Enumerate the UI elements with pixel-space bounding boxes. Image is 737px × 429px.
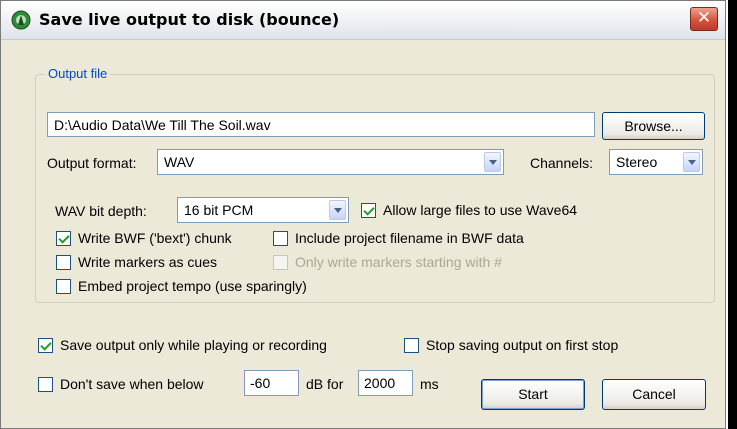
allow-large-files-label[interactable]: Allow large files to use Wave64 bbox=[383, 202, 577, 218]
window-title: Save live output to disk (bounce) bbox=[39, 10, 340, 29]
allow-large-files-checkbox[interactable] bbox=[361, 203, 376, 218]
start-button[interactable]: Start bbox=[481, 379, 585, 410]
output-format-label: Output format: bbox=[47, 155, 137, 171]
close-icon: ✕ bbox=[696, 8, 712, 28]
close-button[interactable]: ✕ bbox=[690, 7, 718, 31]
channels-value: Stereo bbox=[616, 154, 658, 170]
db-threshold-value: -60 bbox=[250, 375, 271, 391]
ms-duration-value: 2000 bbox=[364, 375, 396, 391]
embed-tempo-label[interactable]: Embed project tempo (use sparingly) bbox=[78, 278, 307, 294]
stop-first-stop-label[interactable]: Stop saving output on first stop bbox=[426, 337, 618, 353]
db-threshold-input[interactable]: -60 bbox=[244, 370, 299, 396]
reaper-icon bbox=[11, 10, 31, 30]
embed-tempo-checkbox[interactable] bbox=[56, 279, 71, 294]
chevron-down-icon[interactable] bbox=[484, 152, 501, 172]
save-live-output-dialog: Save live output to disk (bounce) ✕ Outp… bbox=[0, 0, 726, 429]
stop-first-stop-checkbox[interactable] bbox=[404, 338, 419, 353]
title-bar: Save live output to disk (bounce) ✕ bbox=[1, 1, 725, 40]
output-format-value: WAV bbox=[164, 154, 195, 170]
cancel-button[interactable]: Cancel bbox=[602, 379, 706, 410]
start-button-label: Start bbox=[518, 386, 548, 402]
save-only-playing-checkbox[interactable] bbox=[38, 338, 53, 353]
db-for-label: dB for bbox=[306, 376, 344, 392]
dont-save-below-checkbox[interactable] bbox=[38, 377, 53, 392]
browse-button[interactable]: Browse... bbox=[602, 112, 705, 140]
only-markers-hash-label: Only write markers starting with # bbox=[295, 254, 502, 270]
chevron-down-icon[interactable] bbox=[683, 152, 700, 172]
ms-label: ms bbox=[420, 376, 439, 392]
chevron-down-icon[interactable] bbox=[329, 200, 346, 220]
channels-label: Channels: bbox=[530, 155, 594, 171]
write-markers-checkbox[interactable] bbox=[56, 255, 71, 270]
output-file-group-label: Output file bbox=[45, 66, 111, 81]
output-path-value: D:\Audio Data\We Till The Soil.wav bbox=[54, 117, 271, 133]
cancel-button-label: Cancel bbox=[632, 386, 676, 402]
output-format-select[interactable]: WAV bbox=[157, 149, 504, 175]
dont-save-below-label[interactable]: Don't save when below bbox=[60, 376, 204, 392]
output-path-field[interactable]: D:\Audio Data\We Till The Soil.wav bbox=[47, 112, 595, 137]
background-edge bbox=[728, 0, 737, 429]
ms-duration-input[interactable]: 2000 bbox=[358, 370, 413, 396]
only-markers-hash-checkbox bbox=[273, 255, 288, 270]
include-filename-checkbox[interactable] bbox=[273, 231, 288, 246]
bit-depth-select[interactable]: 16 bit PCM bbox=[177, 197, 349, 223]
write-bwf-label[interactable]: Write BWF ('bext') chunk bbox=[78, 230, 232, 246]
include-filename-label[interactable]: Include project filename in BWF data bbox=[295, 230, 524, 246]
bit-depth-label: WAV bit depth: bbox=[55, 203, 147, 219]
write-markers-label[interactable]: Write markers as cues bbox=[78, 254, 217, 270]
channels-select[interactable]: Stereo bbox=[609, 149, 703, 175]
browse-button-label: Browse... bbox=[624, 118, 683, 134]
write-bwf-checkbox[interactable] bbox=[56, 231, 71, 246]
bit-depth-value: 16 bit PCM bbox=[184, 202, 254, 218]
save-only-playing-label[interactable]: Save output only while playing or record… bbox=[60, 337, 327, 353]
